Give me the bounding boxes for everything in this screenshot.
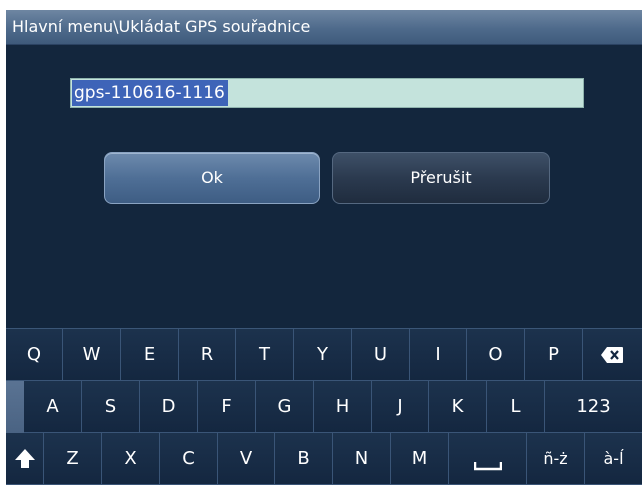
keyboard-row-3: Z X C V B N M ñ-ż à-ĺ: [6, 433, 642, 485]
key-i[interactable]: I: [410, 329, 467, 381]
key-x[interactable]: X: [102, 433, 160, 485]
key-d[interactable]: D: [140, 381, 198, 433]
keyboard-row-2: A S D F G H J K L 123: [6, 381, 642, 433]
key-z[interactable]: Z: [44, 433, 102, 485]
keyboard-row-1: Q W E R T Y U I O P: [6, 329, 642, 381]
key-a[interactable]: A: [24, 381, 82, 433]
space-icon: [474, 461, 502, 471]
onscreen-keyboard: Q W E R T Y U I O P A S D F G H J K L 12…: [6, 328, 642, 485]
keyboard-row-indent: [6, 381, 24, 433]
key-s[interactable]: S: [82, 381, 140, 433]
window-title: Hlavní menu\Ukládat GPS souřadnice: [12, 17, 311, 36]
key-p[interactable]: P: [525, 329, 583, 381]
ok-button-label: Ok: [201, 168, 223, 187]
key-o[interactable]: O: [467, 329, 525, 381]
backspace-key[interactable]: [583, 329, 642, 381]
key-q[interactable]: Q: [6, 329, 63, 381]
shift-key[interactable]: [6, 433, 44, 485]
title-bar: Hlavní menu\Ukládat GPS souřadnice: [6, 10, 642, 45]
key-g[interactable]: G: [256, 381, 314, 433]
key-e[interactable]: E: [121, 329, 179, 381]
shift-icon: [14, 448, 36, 470]
dialog-window: Hlavní menu\Ukládat GPS souřadnice gps-1…: [6, 10, 642, 485]
space-key[interactable]: [449, 433, 527, 485]
key-j[interactable]: J: [372, 381, 429, 433]
key-u[interactable]: U: [352, 329, 410, 381]
key-m[interactable]: M: [391, 433, 449, 485]
numbers-key[interactable]: 123: [545, 381, 642, 433]
accent-key-n-z[interactable]: ñ-ż: [527, 433, 585, 485]
key-r[interactable]: R: [179, 329, 236, 381]
accent-key-a-l[interactable]: à-ĺ: [585, 433, 642, 485]
cancel-button-label: Přerušit: [410, 168, 472, 187]
key-b[interactable]: B: [275, 433, 333, 485]
key-h[interactable]: H: [314, 381, 372, 433]
backspace-icon: [600, 346, 624, 364]
key-t[interactable]: T: [236, 329, 294, 381]
key-k[interactable]: K: [429, 381, 487, 433]
key-w[interactable]: W: [63, 329, 121, 381]
key-f[interactable]: F: [198, 381, 256, 433]
ok-button[interactable]: Ok: [104, 152, 320, 204]
key-v[interactable]: V: [218, 433, 275, 485]
key-l[interactable]: L: [487, 381, 545, 433]
key-y[interactable]: Y: [294, 329, 352, 381]
key-n[interactable]: N: [333, 433, 391, 485]
waypoint-name-input[interactable]: gps-110616-1116: [70, 78, 584, 108]
cancel-button[interactable]: Přerušit: [332, 152, 550, 204]
waypoint-name-value: gps-110616-1116: [72, 80, 228, 106]
key-c[interactable]: C: [160, 433, 218, 485]
